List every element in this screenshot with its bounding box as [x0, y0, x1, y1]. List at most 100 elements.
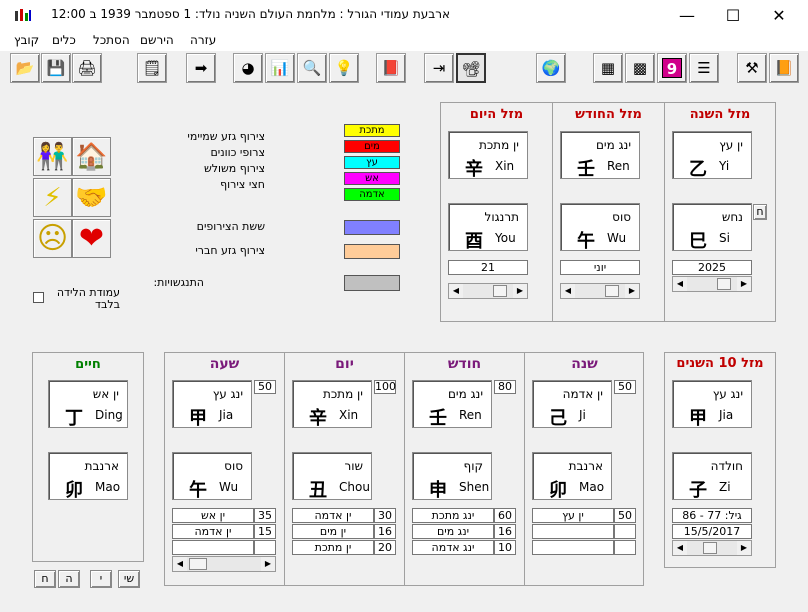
button-shi[interactable]: שי [118, 570, 140, 588]
menu-tools[interactable]: כלים [52, 33, 76, 47]
decade-branch-heb: חולדה [710, 459, 743, 473]
scroll-left-icon[interactable]: ◀ [673, 541, 687, 555]
day-luck-scrollbar[interactable]: ◀ ▶ [448, 283, 528, 299]
maximize-button[interactable]: ☐ [710, 0, 756, 31]
day-luck-title: מזל היום [469, 107, 524, 122]
hour-pillar-stem: ינג עץ 甲 Jia [172, 380, 252, 429]
colored-grid-icon[interactable]: ▩ [625, 53, 655, 83]
month-hidden-num-2: 16 [494, 524, 516, 539]
day-luck-value: 21 [448, 260, 528, 275]
scroll-right-icon[interactable]: ▶ [261, 557, 275, 571]
globe-icon[interactable]: 🌍 [536, 53, 566, 83]
close-button[interactable]: ✕ [756, 0, 802, 31]
book-icon[interactable]: 📕 [376, 53, 406, 83]
scroll-thumb[interactable] [605, 285, 619, 297]
heart-icon[interactable]: ❤ [72, 219, 111, 258]
scroll-thumb[interactable] [703, 542, 717, 554]
year-luck-badge[interactable]: ח [753, 204, 767, 220]
decade-scrollbar[interactable]: ◀ ▶ [672, 540, 752, 556]
button-yud[interactable]: י [90, 570, 112, 588]
day-pillar-branch: שור 丑 Chou [292, 452, 372, 501]
year-luck-branch-pinyin: Si [719, 231, 730, 245]
day-luck-branch: תרנגול 酉 You [448, 203, 528, 252]
scroll-left-icon[interactable]: ◀ [173, 557, 187, 571]
hour-hidden-num-1: 35 [254, 508, 276, 523]
menu-register[interactable]: הירשם [140, 33, 174, 47]
life-branch-heb: ארנבת [84, 459, 119, 473]
nine-icon[interactable]: 9 [657, 53, 687, 83]
minimize-button[interactable]: — [664, 0, 710, 31]
menu-help[interactable]: עזרה [190, 33, 216, 47]
scroll-left-icon[interactable]: ◀ [449, 284, 463, 298]
year-luck-stem-pinyin: Yi [719, 159, 730, 173]
day-branch-char: 丑 [309, 480, 327, 501]
hour-hidden-name-3 [172, 540, 254, 555]
day-stem-strength: 100 [374, 380, 396, 394]
year-luck-scrollbar[interactable]: ◀ ▶ [672, 276, 752, 292]
month-stem-char: 壬 [429, 408, 447, 429]
button-het[interactable]: ח [34, 570, 56, 588]
presentation-icon[interactable]: 📽 [456, 53, 486, 83]
scroll-right-icon[interactable]: ▶ [625, 284, 639, 298]
day-pillar-title: יום [335, 356, 354, 372]
button-he[interactable]: ה [58, 570, 80, 588]
open-folder-icon[interactable]: 📂 [10, 53, 40, 83]
scroll-left-icon[interactable]: ◀ [561, 284, 575, 298]
birth-only-checkbox[interactable] [33, 292, 44, 303]
month-hidden-num-1: 60 [494, 508, 516, 523]
scroll-thumb[interactable] [189, 558, 207, 570]
grid-icon[interactable]: ▦ [593, 53, 623, 83]
scroll-left-icon[interactable]: ◀ [673, 277, 687, 291]
scroll-right-icon[interactable]: ▶ [513, 284, 527, 298]
house-icon[interactable]: 🏠 [72, 137, 111, 176]
year-hidden-num-1: 50 [614, 508, 636, 523]
closed-book-icon[interactable]: 📙 [769, 53, 799, 83]
lines-icon[interactable]: ☰ [689, 53, 719, 83]
arrow-right-icon[interactable]: ➡ [186, 53, 216, 83]
month-luck-branch-char: 午 [577, 231, 595, 252]
menu-file[interactable]: קובץ [14, 33, 39, 47]
handshake-icon[interactable]: 🤝 [72, 178, 111, 217]
decade-luck-stem: ינג עץ 甲 Jia [672, 380, 752, 429]
year-pillar-stem: ין אדמה 己 Ji [532, 380, 612, 429]
luck-divider-1 [552, 102, 553, 322]
scroll-thumb[interactable] [717, 278, 731, 290]
six-combos-swatch [344, 220, 400, 235]
day-luck-branch-heb: תרנגול [484, 210, 520, 224]
day-hidden-name-1: ין אדמה [292, 508, 374, 523]
scroll-thumb[interactable] [493, 285, 507, 297]
bar-chart-icon[interactable]: 📊 [265, 53, 295, 83]
month-luck-title: מזל החודש [575, 107, 642, 122]
year-luck-stem-char: 乙 [689, 159, 707, 180]
pillars-scrollbar[interactable]: ◀ ▶ [172, 556, 276, 572]
print-icon[interactable]: 🖨 [72, 53, 102, 83]
pie-chart-icon[interactable]: ◕ [233, 53, 263, 83]
day-hidden-num-2: 16 [374, 524, 396, 539]
menu-view[interactable]: הסתכל [93, 33, 130, 47]
month-branch-char: 申 [429, 480, 447, 501]
month-luck-branch-heb: סוס [612, 210, 631, 224]
year-stem-heb: ין אדמה [562, 387, 603, 401]
light-bulb-icon[interactable]: 💡 [329, 53, 359, 83]
month-hidden-num-3: 10 [494, 540, 516, 555]
couple-icon[interactable]: 👫 [33, 137, 72, 176]
save-icon[interactable]: 💾 [41, 53, 71, 83]
toolbar: 📂 💾 🖨 🗒 ➡ ◕ 📊 🔍 💡 📕 ⇥ 📽 🌍 ▦ ▩ 9 ☰ ⚒ 📙 [0, 51, 808, 86]
magnifier-icon[interactable]: 🔍 [297, 53, 327, 83]
scroll-right-icon[interactable]: ▶ [737, 277, 751, 291]
hour-stem-pinyin: Jia [219, 408, 234, 422]
life-branch-char: 卯 [65, 480, 83, 501]
month-luck-scrollbar[interactable]: ◀ ▶ [560, 283, 640, 299]
clash-swatch [344, 275, 400, 291]
month-luck-branch-pinyin: Wu [607, 231, 627, 245]
pillar-divider-2 [404, 352, 405, 586]
form-icon[interactable]: 🗒 [137, 53, 167, 83]
sad-face-icon[interactable]: ☹ [33, 219, 72, 258]
hour-branch-char: 午 [189, 480, 207, 501]
scroll-right-icon[interactable]: ▶ [737, 541, 751, 555]
year-luck-title: מזל השנה [689, 107, 751, 122]
tools-icon[interactable]: ⚒ [737, 53, 767, 83]
export-icon[interactable]: ⇥ [424, 53, 454, 83]
birth-only-label: עמודת הלידה בלבד [56, 286, 120, 311]
lightning-icon[interactable]: ⚡ [33, 178, 72, 217]
